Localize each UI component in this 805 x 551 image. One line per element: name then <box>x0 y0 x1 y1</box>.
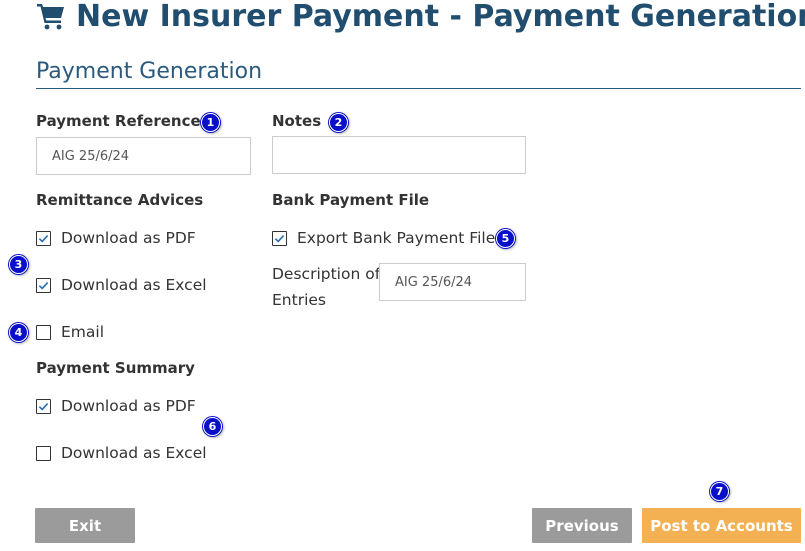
step-badge-4: 4 <box>9 323 28 342</box>
remittance-excel-label: Download as Excel <box>61 276 207 294</box>
remittance-download-excel[interactable]: Download as Excel <box>36 276 207 294</box>
payment-summary-label: Payment Summary <box>36 359 195 377</box>
shopping-cart-icon <box>37 4 64 30</box>
step-badge-3: 3 <box>9 255 28 274</box>
section-title: Payment Generation <box>36 59 263 84</box>
step-badge-2: 2 <box>329 113 348 132</box>
remittance-email-label: Email <box>61 323 105 341</box>
checkmark-icon <box>38 234 49 243</box>
bank-payment-file-label: Bank Payment File <box>272 191 430 209</box>
summary-pdf-checkbox[interactable] <box>36 398 51 414</box>
checkmark-icon <box>38 402 49 411</box>
exit-button[interactable]: Exit <box>35 508 135 543</box>
payment-reference-label: Payment Reference <box>36 112 201 130</box>
page-title-text: New Insurer Payment - Payment Generation <box>76 0 805 34</box>
page-title: New Insurer Payment - Payment Generation <box>36 0 805 36</box>
remittance-pdf-checkbox[interactable] <box>36 230 51 246</box>
summary-excel-label: Download as Excel <box>61 444 207 462</box>
description-of-entries-label: Description of Entries <box>272 265 381 309</box>
step-badge-5: 5 <box>496 229 515 248</box>
post-to-accounts-button[interactable]: Post to Accounts <box>642 508 801 543</box>
export-bank-payment-file[interactable]: Export Bank Payment File <box>272 229 495 247</box>
remittance-email-checkbox[interactable] <box>36 324 51 340</box>
remittance-download-pdf[interactable]: Download as PDF <box>36 229 196 247</box>
previous-button[interactable]: Previous <box>532 508 632 543</box>
notes-input[interactable] <box>272 136 526 174</box>
summary-pdf-label: Download as PDF <box>61 397 196 415</box>
step-badge-1: 1 <box>201 113 220 132</box>
export-bank-file-checkbox[interactable] <box>272 230 287 246</box>
remittance-email[interactable]: Email <box>36 323 104 341</box>
remittance-pdf-label: Download as PDF <box>61 229 196 247</box>
step-badge-7: 7 <box>710 482 729 501</box>
notes-label: Notes <box>272 112 322 130</box>
summary-excel-checkbox[interactable] <box>36 445 51 461</box>
description-of-entries-input[interactable] <box>379 263 526 301</box>
checkmark-icon <box>274 234 285 243</box>
export-bank-file-label: Export Bank Payment File <box>297 229 496 247</box>
summary-download-excel[interactable]: Download as Excel <box>36 444 207 462</box>
payment-reference-input[interactable] <box>36 137 251 175</box>
remittance-excel-checkbox[interactable] <box>36 277 51 293</box>
section-divider <box>36 88 801 89</box>
step-badge-6: 6 <box>203 417 222 436</box>
remittance-advices-label: Remittance Advices <box>36 191 204 209</box>
checkmark-icon <box>38 281 49 290</box>
summary-download-pdf[interactable]: Download as PDF <box>36 397 196 415</box>
